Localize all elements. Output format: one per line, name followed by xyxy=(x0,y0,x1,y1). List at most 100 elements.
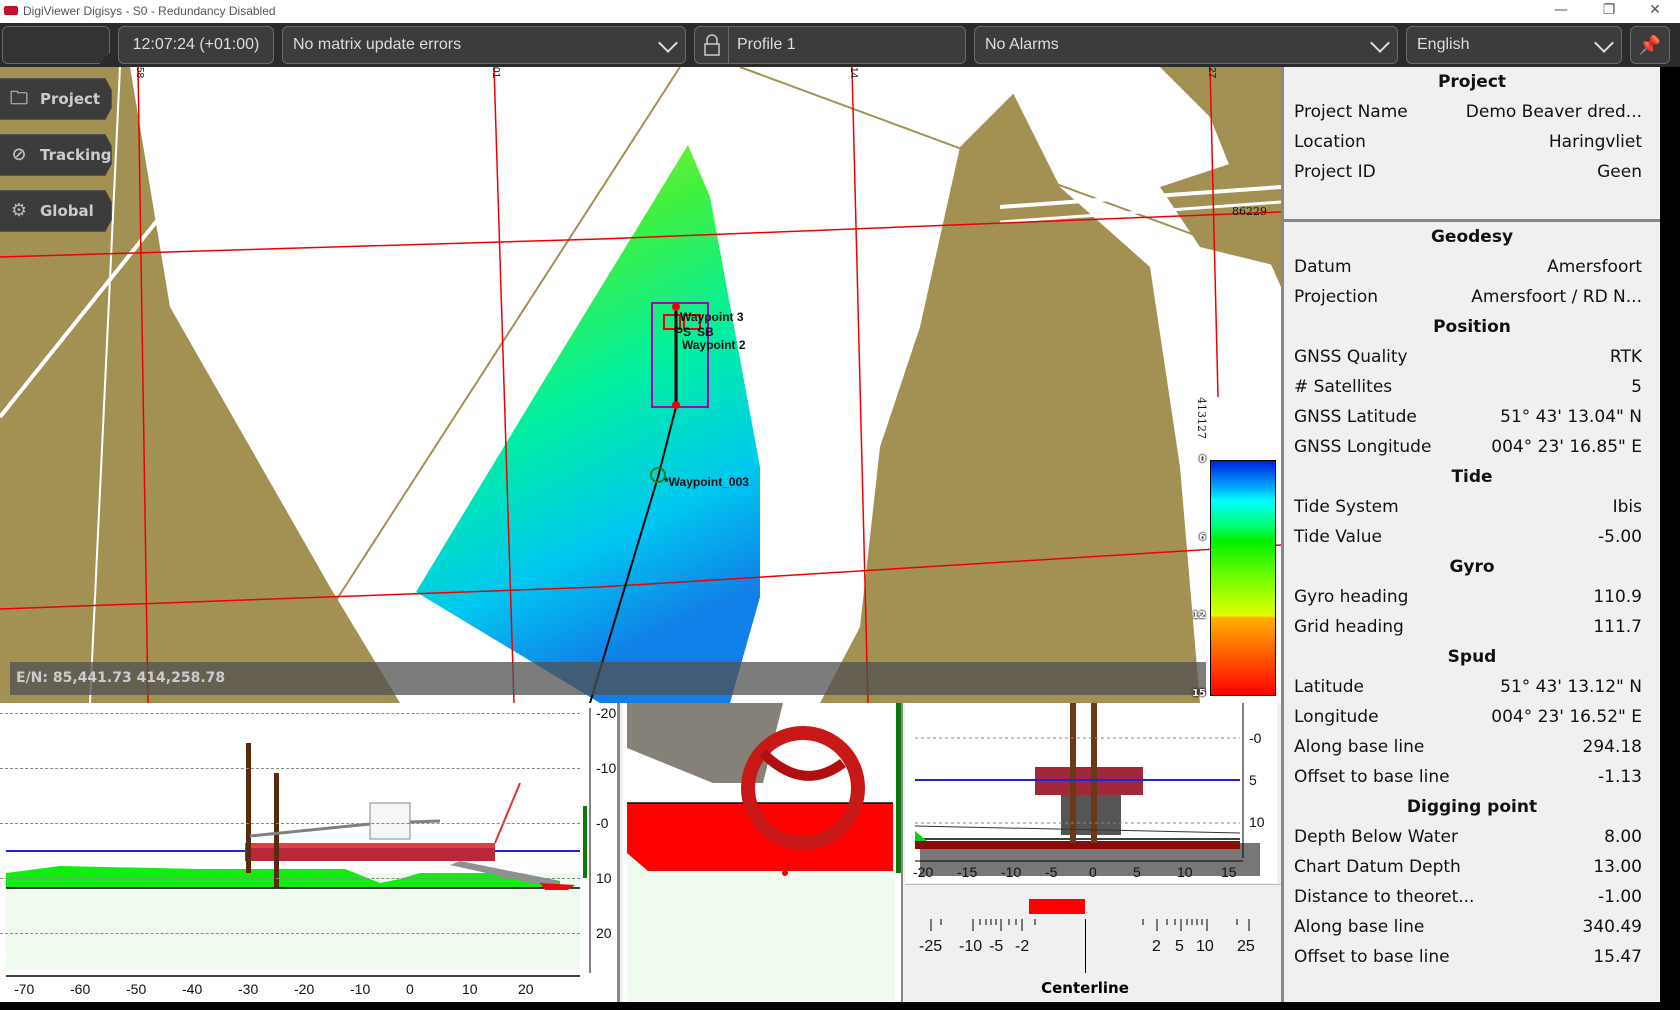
close-button[interactable]: ✕ xyxy=(1640,2,1670,20)
info-label: Project ID xyxy=(1294,162,1376,182)
info-label: Chart Datum Depth xyxy=(1294,857,1461,877)
scale-label: 5 xyxy=(1175,938,1184,955)
axis-tick-label: 5 xyxy=(1133,864,1141,880)
info-label: Longitude xyxy=(1294,707,1379,727)
chevron-down-icon xyxy=(1594,33,1614,53)
info-value: 004° 23' 16.52" E xyxy=(1491,707,1642,727)
info-row: Project Name Demo Beaver dred... xyxy=(1284,97,1660,127)
minimize-button[interactable]: — xyxy=(1546,2,1576,20)
pin-button[interactable]: 📌 xyxy=(1630,26,1670,64)
info-value: Demo Beaver dred... xyxy=(1465,102,1642,122)
waypoint-label[interactable]: Waypoint 3 xyxy=(680,310,744,324)
gear-icon: ⚙ xyxy=(10,200,28,221)
info-row: Project ID Geen xyxy=(1284,157,1660,187)
info-label: Depth Below Water xyxy=(1294,827,1458,847)
info-value: RTK xyxy=(1609,347,1642,367)
gridline xyxy=(0,823,580,824)
axis-tick-label: -40 xyxy=(182,981,203,997)
sidebar-item-global[interactable]: ⚙ Global xyxy=(0,190,112,232)
axis-tick-label: -20 xyxy=(913,864,934,880)
chevron-down-icon xyxy=(658,33,678,53)
front-view[interactable]: -0 5 10 -20 -15 -10 -5 0 5 10 15 -25 -10 -5 -2 2 … xyxy=(905,703,1281,1002)
grid-label: 14 xyxy=(848,67,860,79)
info-label: Projection xyxy=(1294,287,1379,307)
profile-selector[interactable]: Profile 1 xyxy=(694,26,966,64)
bottom-edge xyxy=(0,1002,1680,1010)
info-row: Chart Datum Depth 13.00 xyxy=(1284,852,1660,882)
top-toolbar: 12:07:24 (+01:00) No matrix update error… xyxy=(0,23,1680,67)
info-row: Along base line 340.49 xyxy=(1284,912,1660,942)
front-view-plot: -0 5 10 -20 -15 -10 -5 0 5 10 15 xyxy=(905,703,1277,883)
section-title: Digging point xyxy=(1406,797,1538,817)
scale-label: 2 xyxy=(1152,938,1161,955)
matrix-status-dropdown[interactable]: No matrix update errors xyxy=(282,26,686,64)
axis-tick-label: -0 xyxy=(1249,730,1262,746)
axis-tick-label: -0 xyxy=(596,815,609,831)
scale-label: -10 xyxy=(959,938,983,955)
gridline xyxy=(0,768,580,769)
legend-tick: 12 xyxy=(1192,610,1206,621)
info-label: # Satellites xyxy=(1294,377,1393,397)
info-row: Datum Amersfoort xyxy=(1284,252,1660,282)
info-label: Tide System xyxy=(1294,497,1399,517)
centerline-offset-bar xyxy=(1029,899,1085,914)
sidebar-item-project[interactable]: 🗀 Project xyxy=(0,78,112,120)
alarms-dropdown[interactable]: No Alarms xyxy=(974,26,1398,64)
section-title: Tide xyxy=(1451,467,1493,487)
axis-tick-label: 20 xyxy=(596,925,612,941)
info-value: 294.18 xyxy=(1582,737,1642,757)
sidebar-item-tracking[interactable]: ⊘ Tracking xyxy=(0,134,112,176)
info-row: # Satellites 5 xyxy=(1284,372,1660,402)
info-value: 004° 23' 16.85" E xyxy=(1491,437,1642,457)
info-row: GNSS Longitude 004° 23' 16.85" E xyxy=(1284,432,1660,462)
gridline xyxy=(0,933,580,934)
grid-label-northing: 413127 xyxy=(1195,397,1208,439)
front-view-canvas xyxy=(914,703,1260,876)
info-row: Projection Amersfoort / RD N... xyxy=(1284,282,1660,312)
menu-button[interactable] xyxy=(2,26,110,64)
info-label: Along base line xyxy=(1294,737,1425,757)
info-row: Location Haringvliet xyxy=(1284,127,1660,157)
section-title: Project xyxy=(1437,72,1507,92)
matrix-status-label: No matrix update errors xyxy=(293,36,462,53)
info-label: Offset to base line xyxy=(1294,767,1450,787)
cutter-view[interactable]: 11121314 xyxy=(623,703,903,1002)
side-view-canvas xyxy=(6,708,591,977)
clock-display: 12:07:24 (+01:00) xyxy=(118,26,274,64)
window-title: DigiViewer Digisys - S0 - Redundancy Dis… xyxy=(23,4,276,18)
section-title: Geodesy xyxy=(1430,227,1514,247)
map-view[interactable]: 58 01 14 27 86229 413127 Waypoint 3 PS S… xyxy=(0,67,1281,703)
info-value: 51° 43' 13.12" N xyxy=(1500,677,1642,697)
info-row: Longitude 004° 23' 16.52" E xyxy=(1284,702,1660,732)
info-label: Tide Value xyxy=(1294,527,1382,547)
sidebar-item-label: Tracking xyxy=(40,146,112,164)
sidebar-item-label: Project xyxy=(40,90,101,108)
info-row: Distance to theoret... -1.00 xyxy=(1284,882,1660,912)
gridline xyxy=(0,878,580,879)
info-value: 340.49 xyxy=(1582,917,1642,937)
grid-label: 58 xyxy=(134,67,146,79)
info-label: Grid heading xyxy=(1294,617,1404,637)
info-value: 51° 43' 13.04" N xyxy=(1500,407,1642,427)
info-label: Gyro heading xyxy=(1294,587,1409,607)
info-label: Location xyxy=(1294,132,1366,152)
language-dropdown[interactable]: English xyxy=(1406,26,1622,64)
info-value: Geen xyxy=(1597,162,1642,182)
map-canvas xyxy=(0,67,1281,703)
info-label: GNSS Latitude xyxy=(1294,407,1417,427)
info-panel: Project Project Name Demo Beaver dred... Lo… xyxy=(1281,67,1660,1002)
info-label: Datum xyxy=(1294,257,1352,277)
info-value: Ibis xyxy=(1612,497,1642,517)
ship-label-ps: PS xyxy=(675,325,692,339)
waypoint-label[interactable]: Waypoint 2 xyxy=(682,338,746,352)
restore-button[interactable]: ❐ xyxy=(1594,2,1624,20)
axis-tick-label: -30 xyxy=(238,981,259,997)
axis-tick-label: -60 xyxy=(70,981,91,997)
waypoint-label[interactable]: *Waypoint_003 xyxy=(664,475,749,489)
axis-tick-label: -10 xyxy=(350,981,371,997)
side-view[interactable]: -20 -10 -0 10 20 -70 -60 -50 -40 -30 -20 -10 0 10 20 xyxy=(0,703,620,1002)
info-label: GNSS Quality xyxy=(1294,347,1408,367)
lock-icon[interactable] xyxy=(695,27,729,63)
axis-tick-label: -50 xyxy=(126,981,147,997)
